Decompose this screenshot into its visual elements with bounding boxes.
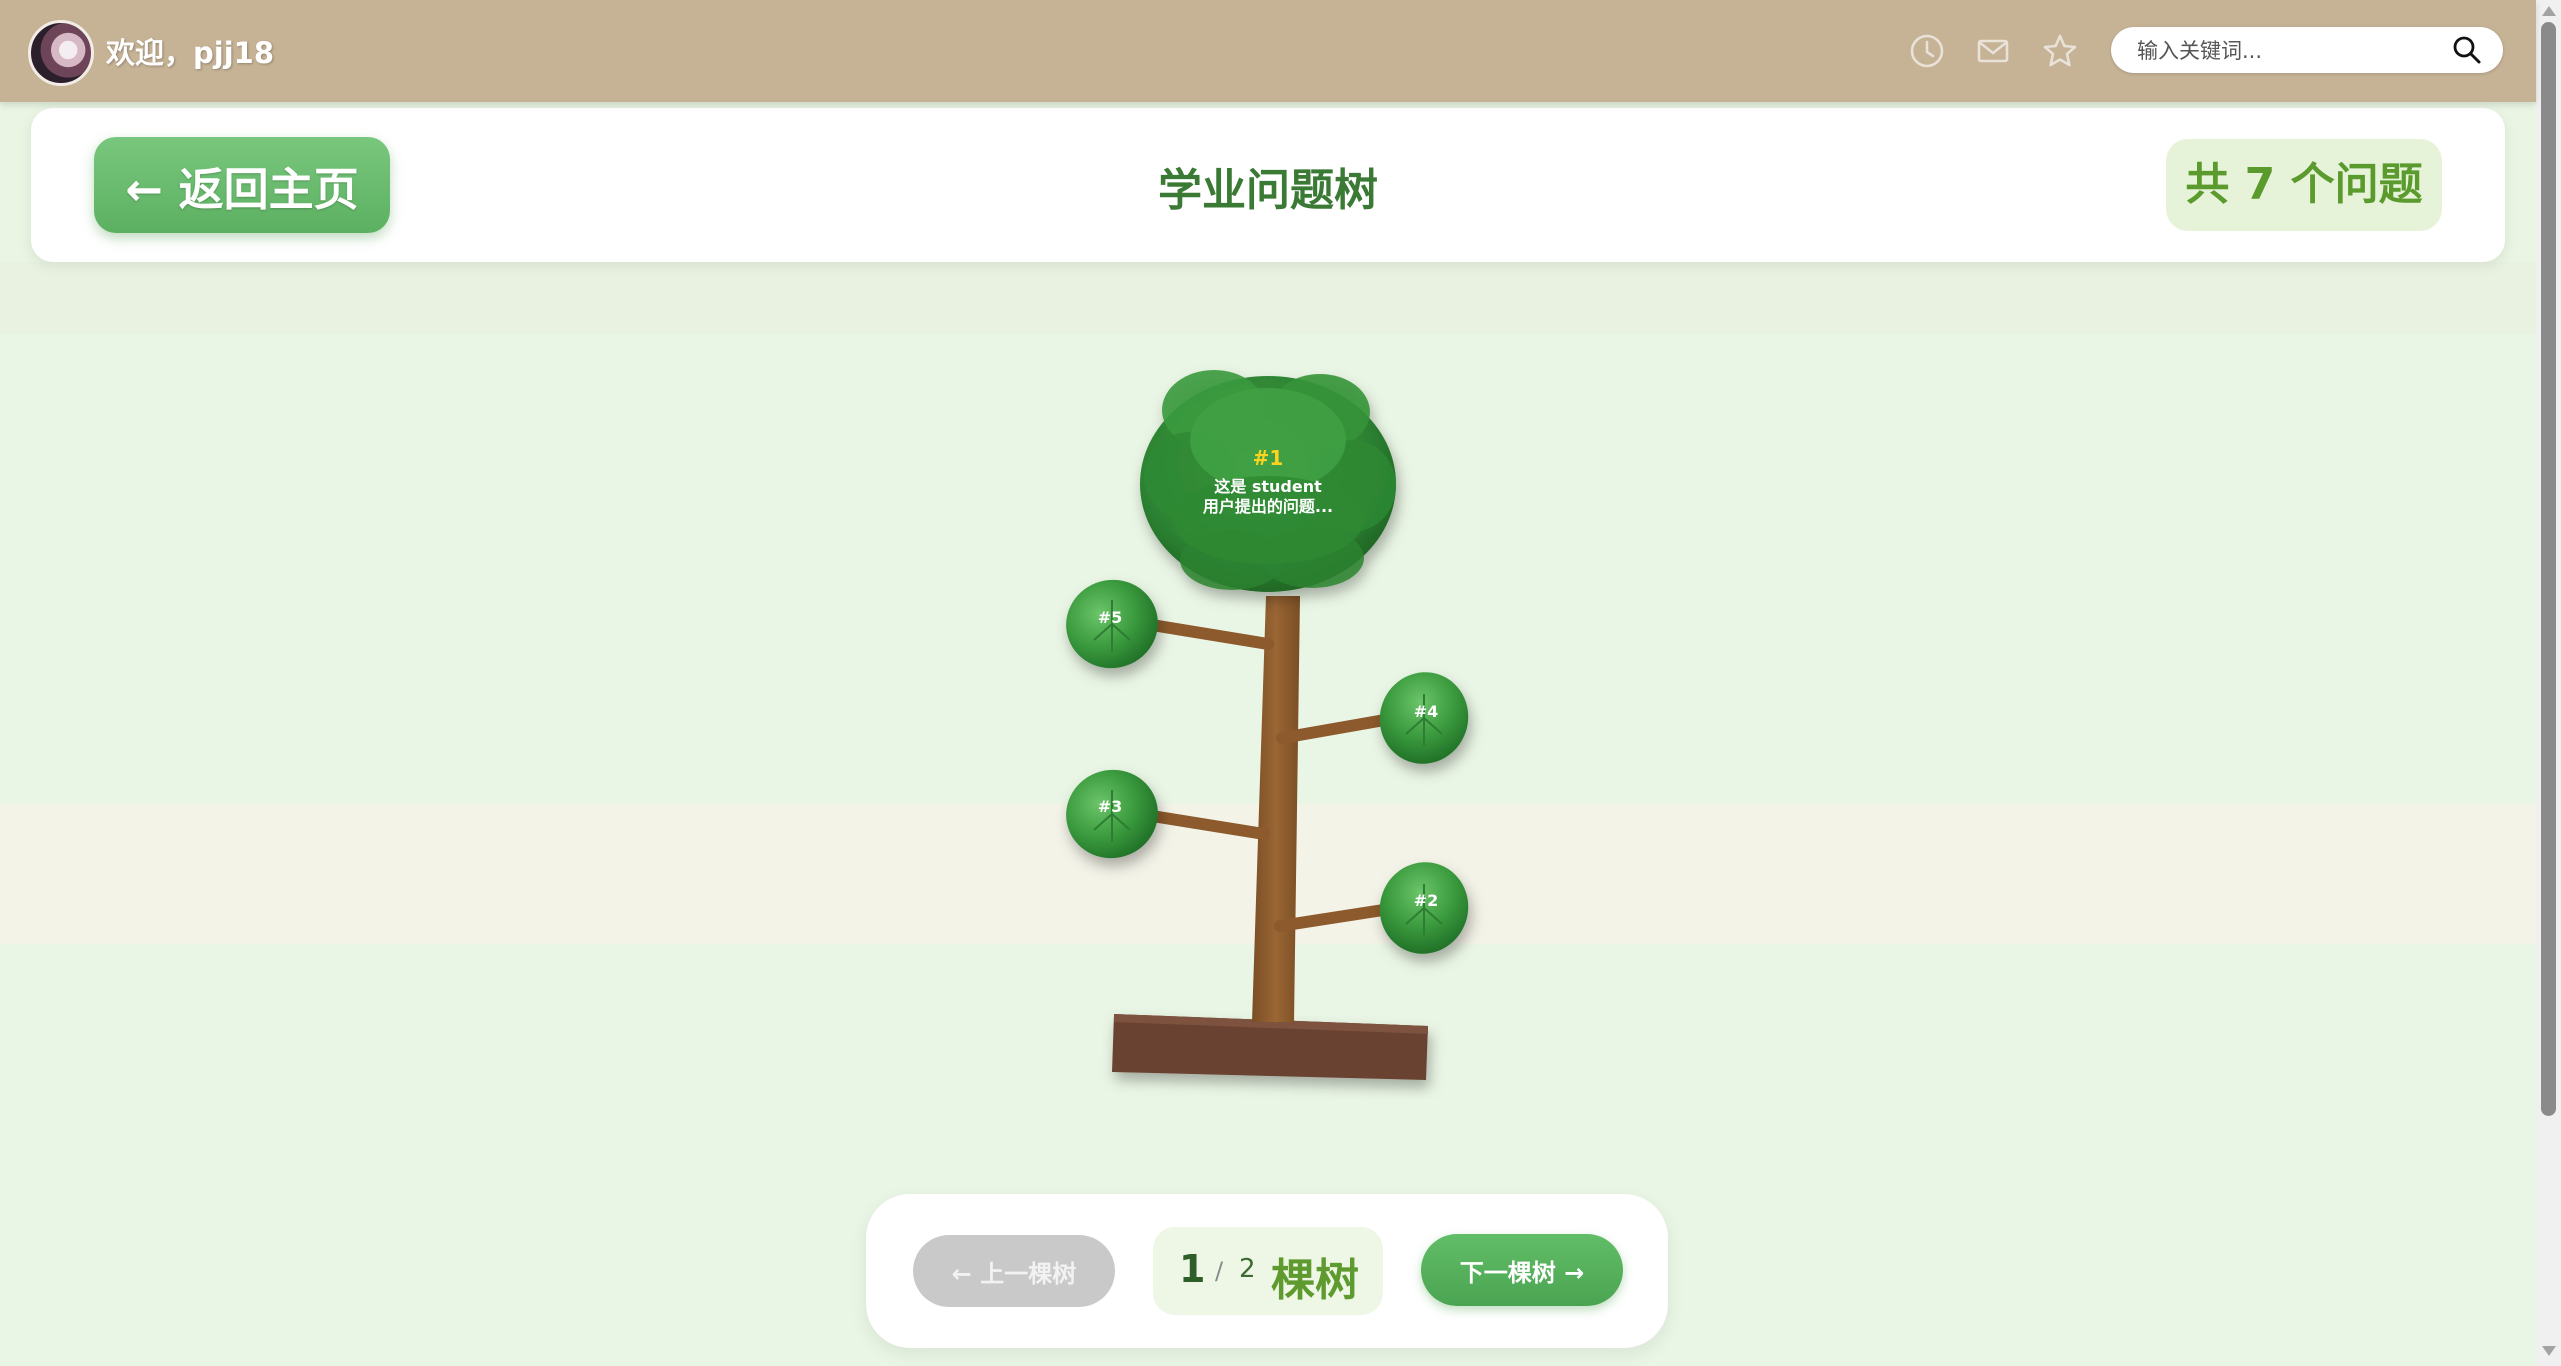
- page-unit: 棵树: [1271, 1255, 1359, 1306]
- crown-text-line2: 用户提出的问题...: [1203, 497, 1333, 516]
- crown-text-line1: 这是 student: [1214, 477, 1322, 496]
- scrollbar[interactable]: [2536, 0, 2561, 1366]
- tree-trunk: [1252, 596, 1300, 1022]
- search-input[interactable]: [2135, 33, 2439, 69]
- page-title: 学业问题树: [1158, 165, 1378, 216]
- header-card: ← 返回主页 学业问题树 共 7 个问题: [31, 108, 2505, 262]
- total-pages: 2: [1239, 1254, 1256, 1284]
- leaf-label: #4: [1414, 702, 1439, 721]
- leaf-label: #5: [1098, 608, 1123, 627]
- crown-label: #1: [1253, 446, 1284, 470]
- tree-pager: ← 上一棵树 1 / 2 棵树 下一棵树 →: [866, 1194, 1668, 1348]
- leaf-label: #2: [1414, 891, 1439, 910]
- search-icon[interactable]: [2451, 34, 2483, 66]
- prev-tree-button[interactable]: ← 上一棵树: [913, 1235, 1115, 1307]
- avatar[interactable]: [28, 20, 94, 86]
- top-bar: 欢迎，pjj18: [0, 0, 2536, 102]
- page-separator: /: [1215, 1257, 1224, 1285]
- search-box: [2111, 27, 2503, 73]
- scrollbar-thumb[interactable]: [2541, 22, 2556, 1116]
- mail-icon[interactable]: [1973, 31, 2013, 71]
- question-count-badge: 共 7 个问题: [2166, 139, 2442, 231]
- soil-base: [1112, 1014, 1428, 1080]
- scroll-down-arrow-icon[interactable]: [2542, 1346, 2556, 1356]
- welcome-text: 欢迎，pjj18: [106, 36, 274, 70]
- page-indicator: 1 / 2 棵树: [1153, 1227, 1383, 1315]
- clock-icon[interactable]: [1907, 31, 1947, 71]
- current-page: 1: [1179, 1247, 1206, 1291]
- star-icon[interactable]: [2040, 31, 2080, 71]
- leaf-label: #3: [1098, 797, 1123, 816]
- scroll-up-arrow-icon[interactable]: [2542, 6, 2556, 16]
- next-tree-button[interactable]: 下一棵树 →: [1421, 1234, 1623, 1306]
